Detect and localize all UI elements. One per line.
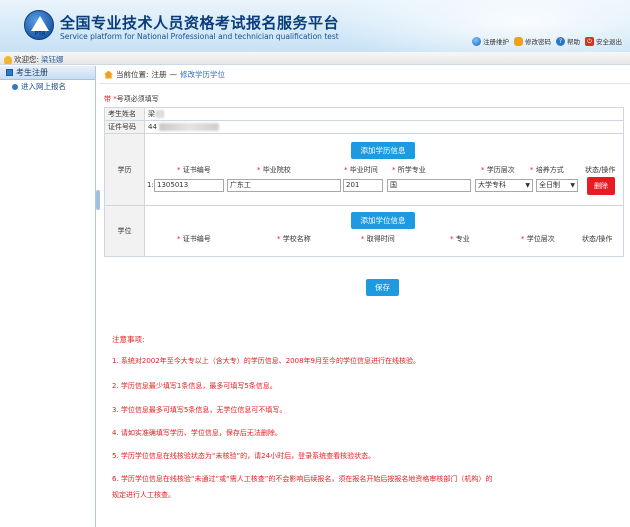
id-value: 44 (148, 123, 157, 131)
sidebar-section-header[interactable]: 考生注册 (0, 66, 95, 80)
globe-icon (472, 36, 481, 46)
welcome-prefix: 欢迎您: (14, 55, 40, 64)
required-note-text: 号项必须填写 (116, 95, 159, 103)
user-key-icon (514, 36, 523, 46)
sidebar-item-online-registration[interactable]: 进入网上报名 (0, 80, 95, 93)
mode-value: 全日制 (539, 181, 560, 189)
nav-help[interactable]: ? 帮助 (556, 36, 580, 46)
id-label: 证件号码 (105, 121, 145, 133)
name-value: 梁 (148, 110, 155, 118)
sidebar: 考生注册 进入网上报名 (0, 66, 96, 527)
level-select[interactable]: 大学专科 ▼ (475, 179, 533, 192)
top-nav: 注册维护 修改密码 ? 帮助 ⏻ 安全退出 (472, 36, 622, 46)
logo-triangle (31, 16, 49, 31)
delete-education-button[interactable]: 删除 (587, 177, 615, 195)
site-subtitle: Service platform for National Profession… (60, 32, 339, 41)
logo-text: PTA (34, 31, 46, 37)
welcome-text: 欢迎您: 梁钰娜 (4, 54, 64, 65)
grad-time-input[interactable]: 201 (343, 179, 383, 192)
col-header-cert-no: * 证书编号 (177, 166, 211, 174)
sidebar-section-label: 考生注册 (16, 68, 48, 77)
folder-icon (6, 69, 13, 76)
chevron-down-icon: ▼ (570, 182, 575, 189)
help-icon: ? (556, 36, 565, 46)
row-id: 证件号码 44 (105, 121, 623, 134)
education-section: 学历 添加学历信息 * 证书编号 * 毕业院校 * 毕业时间 * 所学专业 * … (105, 134, 623, 206)
home-icon (104, 70, 113, 79)
notice-item: 1. 系统对2002年至今大专以上（含大专）的学历信息、2008年9月至今的学位… (112, 357, 420, 365)
school-value: 广东工 (230, 181, 251, 189)
col-header-grad-time: * 毕业时间 (344, 166, 378, 174)
exit-icon: ⏻ (585, 36, 594, 46)
col-header-school: * 毕业院校 (257, 166, 291, 174)
breadcrumb-prefix: 当前位置: (116, 70, 149, 79)
cert-no-input[interactable]: 1305013 (154, 179, 224, 192)
name-label: 考生姓名 (105, 108, 145, 120)
col-header-degree-cert-no: * 证书编号 (177, 235, 211, 243)
education-content: 添加学历信息 * 证书编号 * 毕业院校 * 毕业时间 * 所学专业 * 学历层… (145, 134, 623, 205)
name-value-cell: 梁 (145, 108, 623, 120)
col-header-school-name: * 学校名称 (277, 235, 311, 243)
site-title: 全国专业技术人员资格考试报名服务平台 (60, 14, 340, 32)
breadcrumb-current: 注册 (151, 70, 167, 79)
user-icon (4, 55, 12, 64)
level-value: 大学专科 (478, 181, 506, 189)
welcome-username: 梁钰娜 (41, 55, 64, 64)
breadcrumb: 当前位置: 注册 — 修改学历学位 (100, 66, 630, 84)
bullet-icon (12, 83, 18, 90)
col-header-degree-level: * 学位层次 (521, 235, 555, 243)
sidebar-item-label: 进入网上报名 (21, 82, 66, 91)
mode-select[interactable]: 全日制 ▼ (536, 179, 578, 192)
col-header-obtain-time: * 取得时间 (361, 235, 395, 243)
col-header-degree-major: * 专业 (450, 235, 470, 243)
row-name: 考生姓名 梁 (105, 108, 623, 121)
notice-title: 注意事项: (112, 335, 145, 344)
notice-item: 5. 学历学位信息在线核验状态为“未核验”的，请24小时后，登录系统查看核验状态… (112, 452, 376, 460)
id-value-cell: 44 (145, 121, 623, 133)
notice-item: 2. 学历信息最少填写1条信息，最多可填写5条信息。 (112, 382, 277, 390)
row-index: 1: (147, 181, 154, 189)
pta-logo: PTA (24, 10, 54, 40)
required-star: 带 * (104, 95, 117, 103)
notice-item: 3. 学位信息最多可填写5条信息，无学位信息可不填写。 (112, 406, 287, 414)
header-banner: PTA 全国专业技术人员资格考试报名服务平台 Service platform … (0, 0, 630, 52)
breadcrumb-link[interactable]: 修改学历学位 (180, 69, 225, 80)
add-degree-button[interactable]: 添加学位信息 (351, 212, 415, 229)
col-header-mode: * 培养方式 (530, 166, 564, 174)
degree-section: 学位 添加学位信息 * 证书编号 * 学校名称 * 取得时间 * 专业 * 学位… (105, 206, 623, 256)
add-education-button[interactable]: 添加学历信息 (351, 142, 415, 159)
nav-register-maintenance[interactable]: 注册维护 (472, 36, 509, 46)
welcome-bar: 欢迎您: 梁钰娜 (0, 52, 630, 65)
col-header-level: * 学历层次 (481, 166, 515, 174)
chevron-down-icon: ▼ (525, 182, 530, 189)
notice-item: 4. 请如实准确填写学历、学位信息，保存后无法删除。 (112, 429, 282, 437)
major-value: 国 (390, 181, 397, 189)
required-note: 带 *号项必须填写 (104, 94, 159, 104)
grad-time-value: 201 (346, 181, 360, 189)
notice-item: 6. 学历学位信息在线核验“未通过”或“需人工核查”的不会影响后续报名，须在报名… (112, 475, 493, 483)
nav-label: 安全退出 (596, 38, 622, 46)
col-header-degree-action: 状态/操作 (582, 235, 613, 243)
col-header-action: 状态/操作 (585, 166, 616, 174)
education-label: 学历 (105, 134, 145, 205)
nav-logout[interactable]: ⏻ 安全退出 (585, 36, 622, 46)
redacted-blur (158, 123, 219, 131)
school-input[interactable]: 广东工 (227, 179, 341, 192)
nav-label: 帮助 (567, 38, 580, 46)
save-button[interactable]: 保存 (366, 279, 399, 296)
degree-label: 学位 (105, 206, 145, 256)
notice-item-continued: 规定进行人工核查。 (112, 491, 175, 499)
major-input[interactable]: 国 (387, 179, 471, 192)
nav-label: 修改密码 (525, 38, 551, 46)
degree-content: 添加学位信息 * 证书编号 * 学校名称 * 取得时间 * 专业 * 学位层次 … (145, 206, 623, 256)
redacted-blur (156, 110, 164, 118)
breadcrumb-separator: — (169, 70, 178, 79)
sidebar-collapse-handle[interactable] (96, 190, 100, 210)
nav-label: 注册维护 (483, 38, 509, 46)
education-form: 考生姓名 梁 证件号码 44 学历 添加学历信息 * 证书编号 * 毕业院校 *… (104, 107, 624, 257)
nav-change-password[interactable]: 修改密码 (514, 36, 551, 46)
col-header-major: * 所学专业 (392, 166, 426, 174)
cert-no-value: 1305013 (157, 181, 189, 189)
